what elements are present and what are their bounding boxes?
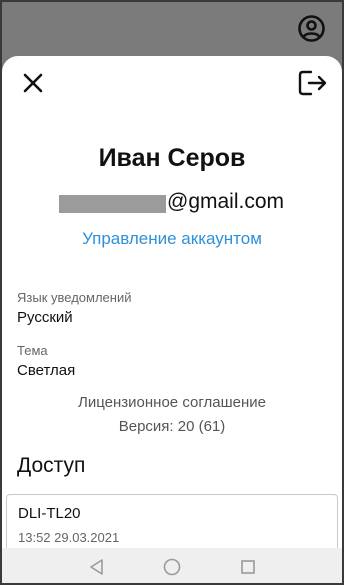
account-button[interactable] (297, 14, 326, 43)
logout-icon (298, 70, 327, 96)
close-icon (23, 73, 43, 93)
logout-button[interactable] (297, 68, 329, 98)
device-last-access: 13:52 29.03.2021 (18, 530, 120, 545)
device-name: DLI-TL20 (18, 505, 81, 522)
email-domain: @gmail.com (167, 190, 285, 213)
access-title: Доступ (17, 454, 86, 477)
user-email: @gmail.com (59, 190, 319, 216)
home-circle-icon (163, 558, 181, 576)
nav-back-button[interactable] (87, 557, 107, 577)
account-circle-icon (298, 15, 325, 42)
recents-square-icon (241, 560, 255, 574)
language-value[interactable]: Русский (17, 309, 73, 326)
nav-home-button[interactable] (162, 557, 182, 577)
nav-recents-button[interactable] (238, 557, 258, 577)
device-card[interactable]: DLI-TL20 13:52 29.03.2021 (6, 494, 338, 548)
manage-account-link[interactable]: Управление аккаунтом (2, 229, 342, 249)
license-link[interactable]: Лицензионное соглашение (2, 394, 342, 411)
theme-value[interactable]: Светлая (17, 362, 75, 379)
theme-label: Тема (17, 343, 48, 358)
back-triangle-icon (90, 559, 103, 575)
app-top-bar (0, 0, 344, 55)
app-version: Версия: 20 (61) (118, 418, 226, 435)
user-name: Иван Серов (98, 144, 246, 172)
account-sheet: Иван Серов @gmail.com Управление аккаунт… (2, 56, 342, 548)
email-redaction (59, 195, 166, 213)
language-label: Язык уведомлений (17, 290, 132, 305)
close-button[interactable] (22, 72, 44, 94)
system-nav-bar (0, 548, 344, 585)
